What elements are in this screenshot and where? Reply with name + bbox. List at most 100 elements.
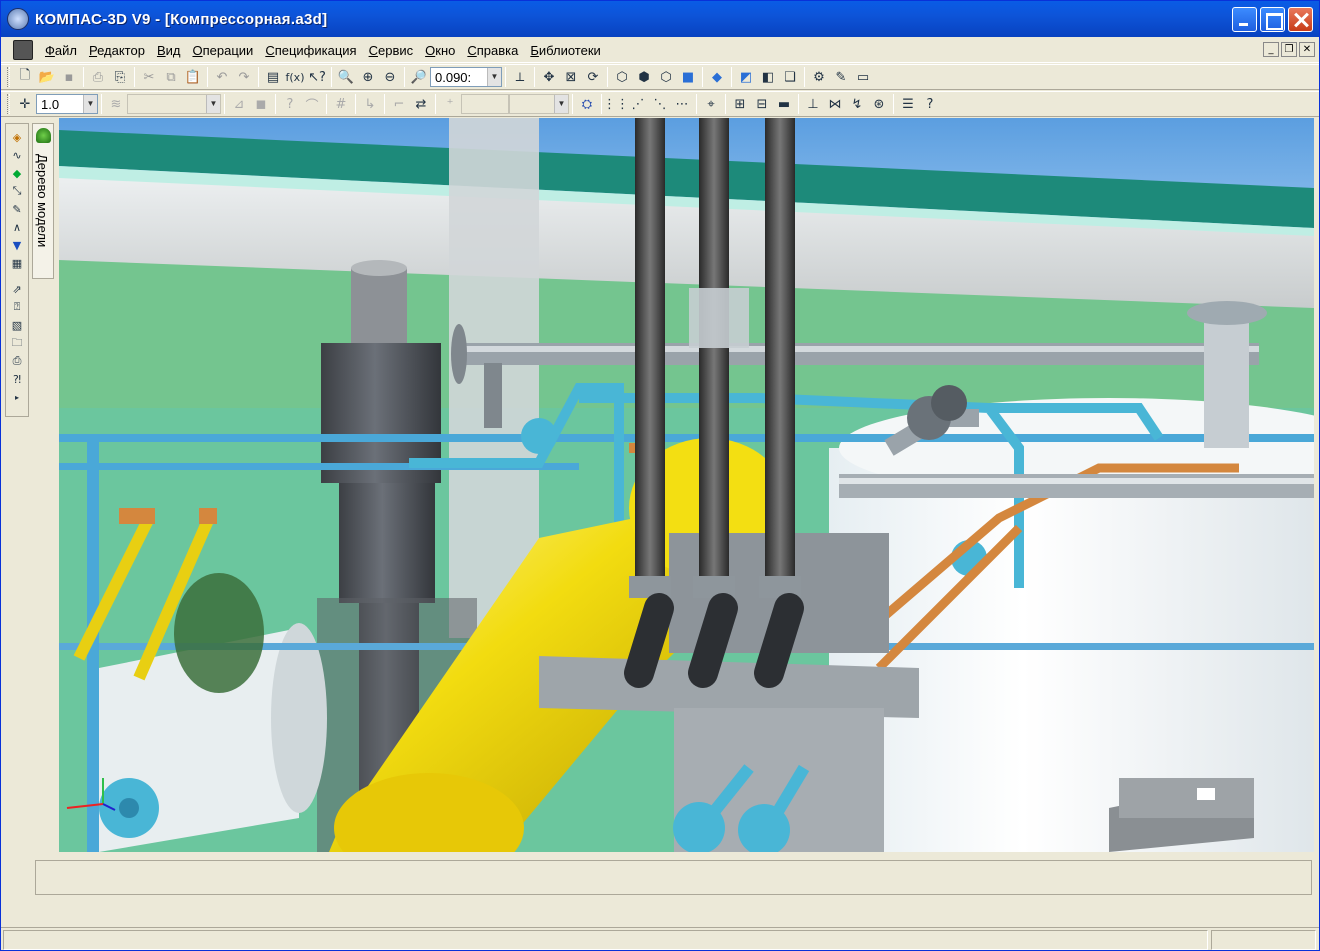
move-component-icon[interactable]: ⋈	[825, 94, 845, 114]
mate-parallel-icon[interactable]: ⋰	[628, 94, 648, 114]
layer-state-icon[interactable]: ≋	[106, 94, 126, 114]
chevron-down-icon[interactable]: ▼	[554, 95, 568, 113]
measure-icon[interactable]: ∧	[9, 219, 25, 235]
help-pointer-icon[interactable]: ↖?	[307, 67, 327, 87]
model-tree-tab[interactable]: Дерево модели	[32, 123, 54, 279]
doc-close-button[interactable]: ✕	[1299, 42, 1315, 57]
menu-specification[interactable]: Спецификация	[259, 43, 362, 58]
filter-icon[interactable]: ▼	[9, 237, 25, 253]
mate-concentric-icon[interactable]: ⊞	[730, 94, 750, 114]
collision-icon[interactable]: ⊛	[869, 94, 889, 114]
point-icon[interactable]: ◆	[9, 165, 25, 181]
rotate-icon[interactable]: ⟳	[583, 67, 603, 87]
step-value-combo[interactable]: 1.0 ▼	[36, 94, 98, 114]
hidden-lines-icon[interactable]: ⬢	[634, 67, 654, 87]
step-cursor-icon[interactable]: ✛	[15, 94, 35, 114]
zoom-in-icon[interactable]: 🔍	[336, 67, 356, 87]
hidden-thin-icon[interactable]: ⬡	[656, 67, 676, 87]
zoom-out-icon[interactable]: ⊖	[380, 67, 400, 87]
help-icon[interactable]: ?	[920, 94, 940, 114]
edit-part-icon[interactable]: ◈	[9, 129, 25, 145]
document-icon[interactable]	[13, 40, 33, 60]
round-icon[interactable]: ⌐	[389, 94, 409, 114]
new-document-icon[interactable]: 🗋	[15, 67, 35, 87]
pan-icon[interactable]: ✥	[539, 67, 559, 87]
zoom-window-icon[interactable]: ⊕	[358, 67, 378, 87]
cut-icon[interactable]: ✂	[139, 67, 159, 87]
menu-libraries[interactable]: Библиотеки	[524, 43, 606, 58]
paste-icon[interactable]: 📋	[183, 67, 203, 87]
zoom-scale-icon[interactable]: 🔎	[409, 67, 429, 87]
grid-icon[interactable]: #	[331, 94, 351, 114]
undo-icon[interactable]: ↶	[212, 67, 232, 87]
xy-icon[interactable]: ⁺	[440, 94, 460, 114]
chevron-down-icon[interactable]: ▼	[487, 68, 501, 86]
kompas-app-icon[interactable]	[7, 8, 29, 30]
list-icon[interactable]: ☰	[898, 94, 918, 114]
layers-icon[interactable]: ❑	[780, 67, 800, 87]
minimize-button[interactable]	[1232, 7, 1257, 32]
print-preview-icon[interactable]: ⎘	[110, 67, 130, 87]
local-cs-icon[interactable]: ↳	[360, 94, 380, 114]
ortho-icon[interactable]: ?	[280, 94, 300, 114]
menu-view[interactable]: Вид	[151, 43, 187, 58]
shaded-edges-icon[interactable]: ◆	[707, 67, 727, 87]
mate-perpendicular-icon[interactable]: ⋱	[650, 94, 670, 114]
properties-icon[interactable]: ⚙	[809, 67, 829, 87]
doc-restore-button[interactable]: ❐	[1281, 42, 1297, 57]
print-layout-icon[interactable]: ⎙	[9, 353, 25, 369]
coordinates-icon[interactable]: ⇄	[411, 94, 431, 114]
mate-coincident-icon[interactable]: ⋮⋮	[603, 94, 629, 114]
mate-distance-icon[interactable]: ⋯	[672, 94, 692, 114]
place-component-icon[interactable]: ⊥	[803, 94, 823, 114]
copy-icon[interactable]: ⧉	[161, 67, 181, 87]
window-icon[interactable]: ▭	[853, 67, 873, 87]
title-bar[interactable]: КОМПАС-3D V9 - [Компрессорная.a3d]	[1, 1, 1319, 37]
function-fx-icon[interactable]: f(x)	[285, 67, 305, 87]
plane-icon[interactable]: ⊿	[229, 94, 249, 114]
specification-icon[interactable]: ▦	[9, 255, 25, 271]
toolbar-grip[interactable]	[7, 94, 10, 114]
pencil-icon[interactable]: ✎	[9, 201, 25, 217]
rotate-component-icon[interactable]: ↯	[847, 94, 867, 114]
menu-help[interactable]: Справка	[461, 43, 524, 58]
save-icon[interactable]: ▪	[59, 67, 79, 87]
redo-icon[interactable]: ↷	[234, 67, 254, 87]
assembly-icon[interactable]: ⛭	[577, 94, 597, 114]
variables-icon[interactable]: ▤	[263, 67, 283, 87]
doc-minimize-button[interactable]: _	[1263, 42, 1279, 57]
folder-icon[interactable]: 🗀	[9, 335, 25, 351]
menu-editor[interactable]: Редактор	[83, 43, 151, 58]
close-button[interactable]	[1288, 7, 1313, 32]
show-all-icon[interactable]: ⊠	[561, 67, 581, 87]
shaded-icon[interactable]: ■	[678, 67, 698, 87]
edit-icon[interactable]: ✎	[831, 67, 851, 87]
3d-model-viewport[interactable]	[59, 118, 1314, 852]
chevron-down-icon[interactable]: ▼	[206, 95, 220, 113]
menu-service[interactable]: Сервис	[363, 43, 420, 58]
menu-window[interactable]: Окно	[419, 43, 461, 58]
axis-icon[interactable]: ⤡	[9, 183, 25, 199]
chevron-down-icon[interactable]: ▼	[83, 95, 97, 113]
chart-icon[interactable]: ▧	[9, 317, 25, 333]
snap-icon[interactable]: ⌒	[302, 94, 322, 114]
wireframe-icon[interactable]: ⬡	[612, 67, 632, 87]
arrow-up-icon[interactable]: ⇗	[9, 281, 25, 297]
section-icon[interactable]: ◧	[758, 67, 778, 87]
zoom-scale-combo[interactable]: 0.090: ▼	[430, 67, 502, 87]
query-icon[interactable]: ⍰	[9, 299, 25, 315]
spline-icon[interactable]: ∿	[9, 147, 25, 163]
y-coordinate-field[interactable]: ▼	[509, 94, 569, 114]
mate-angle-icon[interactable]: ⊟	[752, 94, 772, 114]
open-icon[interactable]: 📂	[37, 67, 57, 87]
toolbar-grip[interactable]	[7, 67, 10, 87]
mate-fix-icon[interactable]: ▬	[774, 94, 794, 114]
menu-operations[interactable]: Операции	[186, 43, 259, 58]
whatsthis-icon[interactable]: ⁈	[9, 371, 25, 387]
compressor-room-3d-render[interactable]	[59, 118, 1314, 852]
mate-tangent-icon[interactable]: ⌖	[701, 94, 721, 114]
solid-icon[interactable]: ◼	[251, 94, 271, 114]
layer-combo[interactable]: ▼	[127, 94, 221, 114]
x-coordinate-field[interactable]	[461, 94, 509, 114]
menu-file[interactable]: Файл	[39, 43, 83, 58]
